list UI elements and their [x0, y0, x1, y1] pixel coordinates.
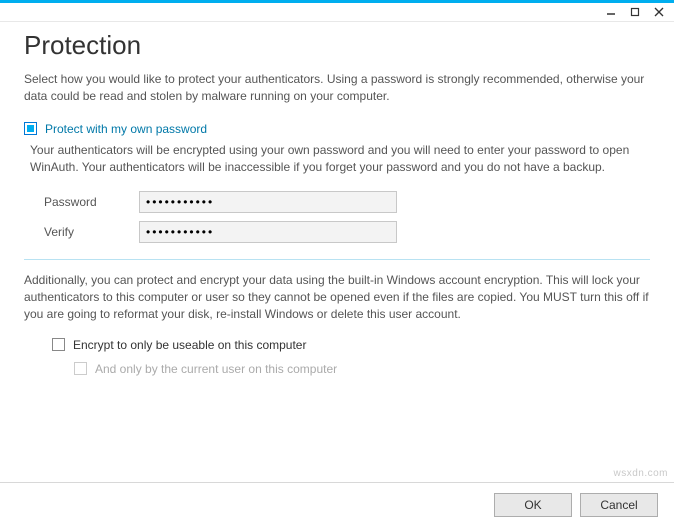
protect-password-label: Protect with my own password [45, 122, 207, 136]
password-label: Password [44, 195, 139, 209]
maximize-icon [630, 7, 640, 17]
verify-input[interactable] [139, 221, 397, 243]
cancel-button[interactable]: Cancel [580, 493, 658, 517]
page-title: Protection [24, 30, 650, 61]
dialog-footer: OK Cancel [0, 482, 674, 527]
protect-help-text: Your authenticators will be encrypted us… [30, 142, 650, 177]
maximize-button[interactable] [628, 5, 642, 19]
minimize-icon [606, 7, 616, 17]
ok-button[interactable]: OK [494, 493, 572, 517]
encrypt-computer-label: Encrypt to only be useable on this compu… [73, 338, 306, 352]
protect-password-checkbox[interactable] [24, 122, 37, 135]
section-divider [24, 259, 650, 260]
close-icon [654, 7, 664, 17]
password-input[interactable] [139, 191, 397, 213]
minimize-button[interactable] [604, 5, 618, 19]
encrypt-intro-text: Additionally, you can protect and encryp… [24, 272, 650, 324]
encrypt-computer-checkbox[interactable] [52, 338, 65, 351]
encrypt-user-checkbox [74, 362, 87, 375]
encrypt-user-label: And only by the current user on this com… [95, 362, 337, 376]
close-button[interactable] [652, 5, 666, 19]
title-bar [0, 0, 674, 22]
intro-text: Select how you would like to protect you… [24, 71, 650, 106]
verify-label: Verify [44, 225, 139, 239]
